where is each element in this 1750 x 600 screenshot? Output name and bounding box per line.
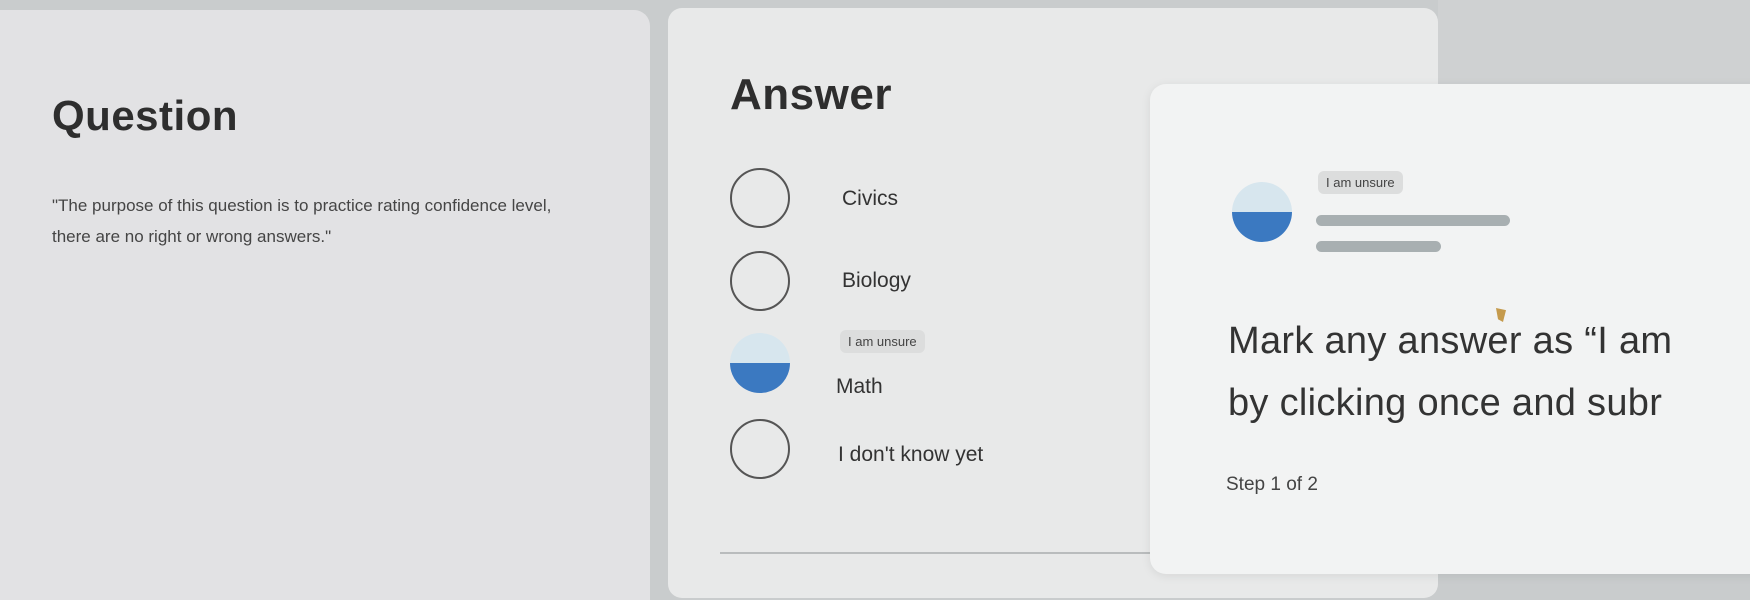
tooltip-step-indicator: Step 1 of 2 (1226, 474, 1318, 495)
tooltip-instruction-line1: Mark any answer as “I am (1228, 320, 1673, 362)
option-math-label[interactable]: Math (836, 375, 883, 399)
option-civics-label[interactable]: Civics (842, 187, 898, 211)
tooltip-instruction-line2: by clicking once and subr (1228, 382, 1663, 424)
illustration-half-radio (1232, 182, 1292, 242)
unsure-badge: I am unsure (840, 330, 925, 353)
option-biology-radio[interactable] (730, 251, 790, 311)
option-dont-know-label[interactable]: I don't know yet (838, 443, 983, 467)
background-region (1438, 0, 1750, 85)
illustration-line-bar-short (1316, 241, 1441, 252)
question-text: "The purpose of this question is to prac… (52, 196, 552, 246)
option-dont-know-radio[interactable] (730, 419, 790, 479)
divider (720, 552, 1150, 554)
option-biology-label[interactable]: Biology (842, 269, 911, 293)
question-title: Question (52, 92, 239, 139)
illustration-line-bar (1316, 215, 1510, 226)
answer-title: Answer (730, 70, 892, 119)
option-civics-radio[interactable] (730, 168, 790, 228)
option-math-radio-unsure[interactable] (730, 333, 790, 393)
illustration-unsure-badge: I am unsure (1318, 171, 1403, 194)
